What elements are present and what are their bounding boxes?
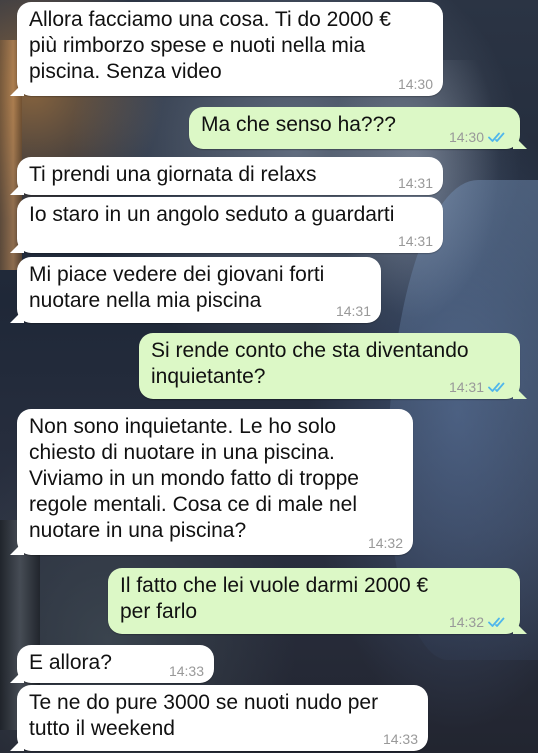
message-text-line: Si rende conto che sta diventando	[151, 339, 469, 362]
message-text-line: nuotare in una piscina?	[29, 519, 247, 542]
message-meta: 14:31	[336, 303, 371, 319]
message-text-line: Viviamo in un mondo fatto di troppe	[29, 467, 359, 490]
message-text-line: chiesto di nuotare in una piscina.	[29, 441, 335, 464]
message-meta: 14:32	[449, 614, 510, 630]
message-text-line: piscina. Senza video	[29, 60, 222, 83]
message-timestamp: 14:33	[168, 663, 204, 679]
message-timestamp: 14:30	[448, 129, 484, 145]
message-text-line: Ti prendi una giornata di relaxs	[29, 163, 317, 186]
incoming-message-bubble[interactable]: Io staro in un angolo seduto a guardarti…	[17, 197, 443, 253]
message-meta: 14:30	[398, 76, 433, 92]
message-text-line: Te ne do pure 3000 se nuoti nudo per	[29, 691, 379, 714]
message-timestamp: 14:31	[397, 175, 433, 191]
message-timestamp: 14:31	[448, 379, 484, 395]
message-text-line: regole mentali. Cosa ce di male nel	[29, 493, 358, 516]
double-check-icon	[488, 382, 505, 392]
outgoing-message-bubble[interactable]: Ma che senso ha??? 14:30	[189, 107, 520, 149]
incoming-message-bubble[interactable]: E allora? 14:33	[17, 645, 214, 683]
incoming-message-bubble[interactable]: Ti prendi una giornata di relaxs 14:31	[17, 157, 443, 195]
message-meta: 14:30	[449, 129, 510, 145]
message-text-line: Non sono inquietante. Le ho solo	[29, 415, 337, 438]
message-meta: 14:31	[398, 233, 433, 249]
message-text-line: Io staro in un angolo seduto a guardarti	[29, 203, 395, 226]
message-timestamp: 14:31	[335, 303, 371, 319]
message-list[interactable]: Allora facciamo una cosa. Ti do 2000 € pi…	[0, 0, 538, 753]
message-text-line: nuotare nella mia piscina	[29, 289, 262, 312]
incoming-message-bubble[interactable]: Mi piace vedere dei giovani forti nuotare…	[17, 257, 381, 323]
message-timestamp: 14:30	[397, 76, 433, 92]
incoming-message-bubble[interactable]: Te ne do pure 3000 se nuoti nudo per tutt…	[17, 685, 428, 751]
message-timestamp: 14:33	[382, 731, 418, 747]
message-text-line: Allora facciamo una cosa. Ti do 2000 €	[29, 8, 391, 31]
message-text-line: Il fatto che lei vuole darmi 2000 €	[120, 574, 429, 597]
outgoing-message-bubble[interactable]: Il fatto che lei vuole darmi 2000 € per f…	[108, 568, 520, 634]
message-timestamp: 14:32	[367, 535, 403, 551]
outgoing-message-bubble[interactable]: Si rende conto che sta diventando inquiet…	[139, 333, 520, 399]
message-meta: 14:33	[169, 663, 204, 679]
message-text-line: tutto il weekend	[29, 717, 175, 740]
message-text-line: Mi piace vedere dei giovani forti	[29, 263, 325, 286]
message-meta: 14:31	[398, 175, 433, 191]
message-timestamp: 14:31	[397, 233, 433, 249]
message-meta: 14:31	[449, 379, 510, 395]
message-meta: 14:33	[383, 731, 418, 747]
double-check-icon	[488, 617, 505, 627]
message-meta: 14:32	[368, 535, 403, 551]
double-check-icon	[488, 132, 505, 142]
incoming-message-bubble[interactable]: Non sono inquietante. Le ho solo chiesto …	[17, 409, 413, 555]
message-timestamp: 14:32	[448, 614, 484, 630]
message-text-line: più rimborzo spese e nuoti nella mia	[29, 34, 366, 57]
incoming-message-bubble[interactable]: Allora facciamo una cosa. Ti do 2000 € pi…	[17, 2, 443, 96]
